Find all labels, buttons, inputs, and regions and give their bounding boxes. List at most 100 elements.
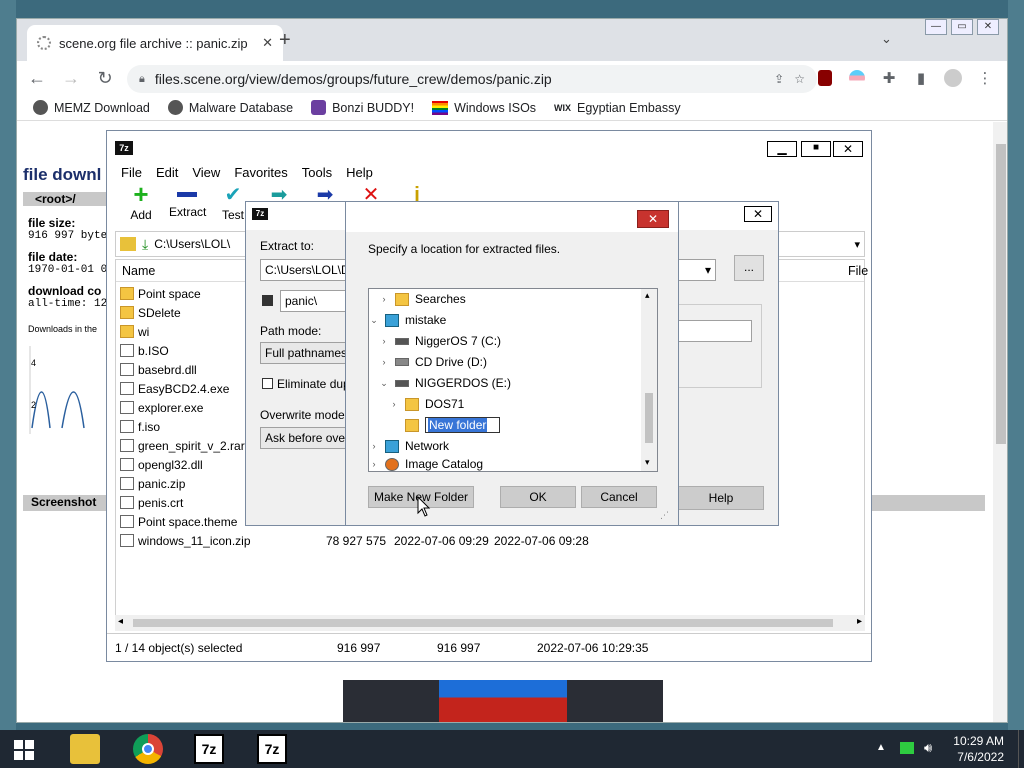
file-row[interactable]: SDelete (120, 303, 181, 322)
eliminate-checkbox[interactable] (262, 378, 273, 389)
tab-scene-org[interactable]: scene.org file archive :: panic.zip ✕ (27, 25, 283, 61)
file-row[interactable]: wi (120, 322, 149, 341)
sevenzip-taskbar-icon-2[interactable]: 7z (257, 734, 287, 764)
file-row[interactable]: explorer.exe (120, 398, 203, 417)
sevenzip-maximize-button[interactable]: ■ (801, 141, 831, 157)
file-row[interactable]: basebrd.dll (120, 360, 197, 379)
favicon-icon (37, 36, 51, 50)
col-name[interactable]: Name (122, 264, 155, 278)
tree-node-new-folder[interactable]: New folder (405, 415, 501, 435)
browse-button[interactable]: ... (734, 255, 764, 281)
close-tab-icon[interactable]: ✕ (262, 35, 273, 51)
pride-extension-icon[interactable] (847, 68, 867, 88)
window-controls: — ▭ ✕ (925, 19, 999, 35)
subfolder-checkbox[interactable] (262, 295, 273, 306)
file-row[interactable]: opengl32.dll (120, 455, 203, 474)
new-folder-rename-input[interactable]: New folder (425, 417, 501, 433)
bookmark-malware-db[interactable]: Malware Database (167, 100, 293, 115)
tray-overflow-icon[interactable]: ▲ (876, 742, 886, 753)
browse-close-button[interactable]: ✕ (637, 210, 669, 228)
extract-to-dropdown[interactable]: ▾ (676, 259, 716, 281)
bookmark-egyptian-embassy[interactable]: WIX Egyptian Embassy (554, 101, 681, 115)
tree-node-c-drive[interactable]: › NiggerOS 7 (C:) (379, 331, 502, 351)
close-button[interactable]: ✕ (977, 19, 999, 35)
taskbar: 7z 7z ▲ 🔊︎ 10:29 AM 7/6/2022 (0, 730, 1024, 768)
file-row[interactable]: windows_11_icon.zip 78 927 575 2022-07-06 … (120, 531, 589, 550)
tab-search-icon[interactable]: ⌄ (881, 31, 892, 47)
tree-node-d-drive[interactable]: › CD Drive (D:) (379, 352, 488, 372)
menu-help[interactable]: Help (346, 165, 373, 180)
sevenzip-taskbar-icon-1[interactable]: 7z (194, 734, 224, 764)
ublock-icon[interactable] (815, 68, 835, 88)
chrome-taskbar-icon[interactable] (133, 734, 163, 764)
address-bar[interactable]: 🔒︎ files.scene.org/view/demos/groups/fut… (127, 65, 817, 93)
bookmark-bonzi[interactable]: Bonzi BUDDY! (311, 100, 414, 115)
tray-date[interactable]: 7/6/2022 (948, 750, 1004, 764)
tree-scrollbar[interactable]: ▴ ▾ (641, 289, 657, 471)
cancel-button[interactable]: Cancel (581, 486, 657, 508)
options-group (676, 304, 762, 388)
menu-kebab-icon[interactable]: ⋮ (975, 68, 995, 88)
file-name: b.ISO (138, 343, 169, 358)
resize-grip-icon[interactable]: ⋰ (660, 510, 669, 521)
add-button[interactable]: + Add (123, 181, 159, 229)
bookmark-star-icon[interactable]: ☆ (794, 72, 805, 86)
start-button[interactable] (14, 740, 34, 760)
help-button[interactable]: Help (678, 486, 764, 510)
tree-node-image-catalog[interactable]: › Image Catalog (369, 457, 484, 471)
sevenzip-hscroll[interactable]: ◂ ▸ (115, 615, 865, 631)
tree-node-mistake[interactable]: ⌄ mistake (369, 310, 446, 330)
address-chevron-icon[interactable]: ▾ (854, 238, 860, 251)
profile-avatar-icon[interactable] (943, 68, 963, 88)
reload-icon[interactable]: ↻ (91, 64, 119, 92)
share-icon[interactable]: ⇪ (774, 72, 784, 86)
sevenzip-minimize-button[interactable]: ▁ (767, 141, 797, 157)
file-name: panic.zip (138, 476, 186, 491)
file-created: 2022-07-06 09:28 (494, 534, 589, 548)
maximize-button[interactable]: ▭ (951, 19, 973, 35)
menu-edit[interactable]: Edit (156, 165, 178, 180)
tray-time[interactable]: 10:29 AM (948, 734, 1004, 748)
forward-icon[interactable]: → (57, 64, 85, 92)
file-row[interactable]: b.ISO (120, 341, 169, 360)
bookmark-memz[interactable]: MEMZ Download (33, 100, 150, 115)
collapse-icon: ⌄ (370, 314, 378, 325)
screenshot-image (343, 680, 663, 722)
show-desktop-button[interactable] (1018, 730, 1024, 768)
page-scrollbar[interactable] (993, 122, 1007, 722)
file-explorer-taskbar-icon[interactable] (70, 734, 100, 764)
ok-button[interactable]: OK (500, 486, 576, 508)
minimize-button[interactable]: — (925, 19, 947, 35)
sevenzip-statusbar: 1 / 14 object(s) selected 916 997 916 99… (107, 633, 871, 661)
side-panel-icon[interactable]: ▮ (911, 68, 931, 88)
tree-node-searches[interactable]: › Searches (379, 289, 466, 309)
file-row[interactable]: f.iso (120, 417, 160, 436)
tray-battery-icon[interactable] (900, 742, 914, 754)
back-icon[interactable]: ← (23, 64, 51, 92)
menu-tools[interactable]: Tools (302, 165, 332, 180)
tab-title: scene.org file archive :: panic.zip (59, 35, 248, 51)
extensions-puzzle-icon[interactable]: ✚ (879, 68, 899, 88)
file-row[interactable]: Point space (120, 284, 201, 303)
menu-favorites[interactable]: Favorites (234, 165, 287, 180)
menu-view[interactable]: View (192, 165, 220, 180)
extract-button[interactable]: Extract (169, 183, 206, 229)
file-row[interactable]: penis.crt (120, 493, 183, 512)
file-row[interactable]: Point space.theme (120, 512, 237, 531)
tray-volume-icon[interactable]: 🔊︎ (924, 740, 932, 756)
new-tab-button[interactable]: + (279, 29, 291, 52)
tree-node-dos71[interactable]: › DOS71 (389, 394, 465, 414)
file-row[interactable]: EasyBCD2.4.exe (120, 379, 229, 398)
sevenzip-close-button[interactable]: ✕ (833, 141, 863, 157)
chart-tick-2: 2 (31, 400, 37, 410)
up-folder-icon[interactable] (120, 237, 136, 251)
extract-close-button[interactable]: ✕ (744, 206, 772, 222)
tree-node-network[interactable]: › Network (369, 436, 450, 456)
tree-node-e-drive[interactable]: ⌄ NIGGERDOS (E:) (379, 373, 511, 393)
file-row[interactable]: panic.zip (120, 474, 185, 493)
col-file[interactable]: File (848, 264, 868, 278)
bookmark-windows-isos[interactable]: Windows ISOs (432, 100, 536, 115)
browse-prompt: Specify a location for extracted files. (368, 242, 561, 256)
menu-file[interactable]: File (121, 165, 142, 180)
file-row[interactable]: green_spirit_v_2.rar (120, 436, 245, 455)
